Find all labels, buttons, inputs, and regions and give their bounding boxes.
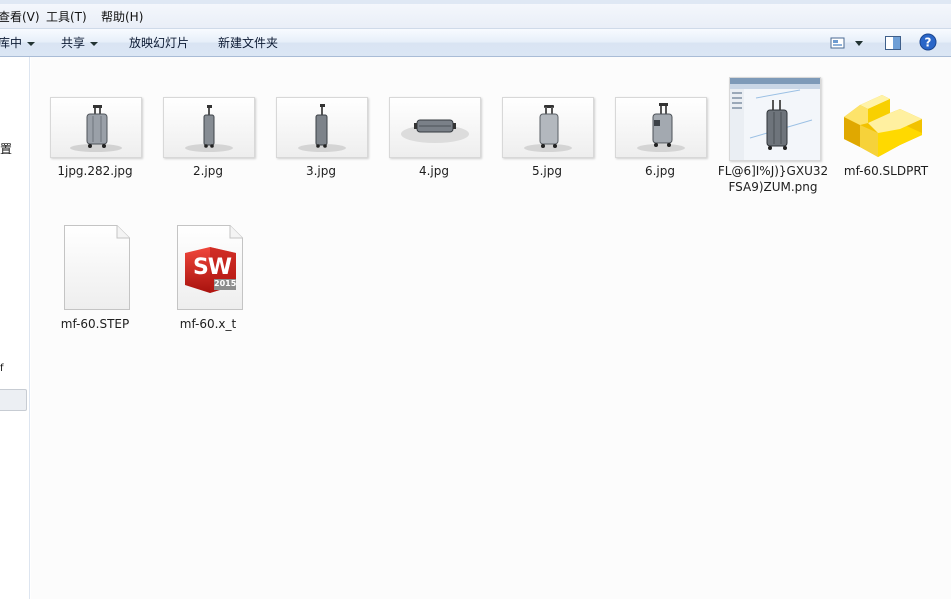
menu-view[interactable]: 查看(V) bbox=[0, 8, 40, 25]
image-thumbnail bbox=[276, 97, 368, 158]
file-name: 1jpg.282.jpg bbox=[57, 164, 133, 178]
new-folder-button[interactable]: 新建文件夹 bbox=[218, 34, 278, 51]
luggage-icon bbox=[70, 105, 122, 152]
menu-bar: 查看(V) 工具(T) 帮助(H) bbox=[0, 0, 951, 28]
command-bar: 库中 共享 放映幻灯片 新建文件夹 ? bbox=[0, 28, 951, 57]
menu-help[interactable]: 帮助(H) bbox=[101, 8, 143, 25]
chevron-down-icon bbox=[90, 41, 99, 46]
file-name: 3.jpg bbox=[305, 164, 337, 178]
file-thumbnail: SW 2015 bbox=[152, 223, 264, 323]
luggage-icon bbox=[298, 104, 346, 152]
image-thumbnail bbox=[163, 97, 255, 158]
file-list: 1jpg.282.jpg 2.jpg 3.jpg 4.jpg 5.jpg 6.j… bbox=[31, 57, 951, 599]
image-thumbnail bbox=[615, 97, 707, 158]
file-name: 6.jpg bbox=[644, 164, 676, 178]
help-icon: ? bbox=[919, 33, 937, 51]
file-name: 4.jpg bbox=[418, 164, 450, 178]
file-name: 5.jpg bbox=[531, 164, 563, 178]
part-thumbnail bbox=[830, 77, 942, 177]
luggage-icon bbox=[637, 103, 685, 152]
part-icon bbox=[844, 95, 922, 157]
slideshow-button[interactable]: 放映幻灯片 bbox=[129, 34, 189, 51]
help-button[interactable]: ? bbox=[919, 33, 937, 51]
view-options-icon bbox=[830, 37, 863, 49]
luggage-icon bbox=[524, 105, 572, 152]
file-name: FL@6]I%J)}GXU32FSA9)ZUM.png bbox=[717, 164, 829, 194]
preview-pane-icon bbox=[885, 36, 901, 50]
image-thumbnail bbox=[50, 97, 142, 158]
file-name: mf-60.SLDPRT bbox=[843, 164, 929, 178]
preview-pane-button[interactable] bbox=[884, 35, 902, 51]
share-label: 共享 bbox=[61, 36, 86, 50]
view-options-button[interactable] bbox=[829, 35, 865, 51]
cad-screenshot-icon bbox=[730, 78, 820, 160]
image-thumbnail bbox=[502, 97, 594, 158]
luggage-icon bbox=[401, 119, 469, 143]
share-button[interactable]: 共享 bbox=[61, 34, 99, 51]
navigation-pane[interactable]: 置 f bbox=[0, 57, 30, 599]
chevron-down-icon bbox=[27, 41, 36, 46]
sw-badge: SW bbox=[192, 255, 232, 280]
nav-item-fragment[interactable]: f bbox=[0, 363, 4, 374]
include-in-library-button[interactable]: 库中 bbox=[0, 34, 36, 51]
file-name: mf-60.x_t bbox=[179, 317, 237, 331]
image-thumbnail bbox=[729, 77, 821, 161]
svg-text:?: ? bbox=[925, 36, 932, 50]
file-name: 2.jpg bbox=[192, 164, 224, 178]
image-thumbnail bbox=[389, 97, 481, 158]
file-thumbnail bbox=[39, 223, 151, 323]
sw-badge-year: 2015 bbox=[214, 279, 237, 288]
nav-item-fragment[interactable]: 置 bbox=[0, 140, 12, 157]
nav-scrollbar[interactable] bbox=[0, 389, 27, 411]
file-name: mf-60.STEP bbox=[60, 317, 130, 331]
include-in-library-label: 库中 bbox=[0, 36, 23, 50]
generic-file-icon bbox=[64, 225, 130, 310]
menu-tools[interactable]: 工具(T) bbox=[46, 8, 87, 25]
luggage-icon bbox=[185, 105, 233, 152]
